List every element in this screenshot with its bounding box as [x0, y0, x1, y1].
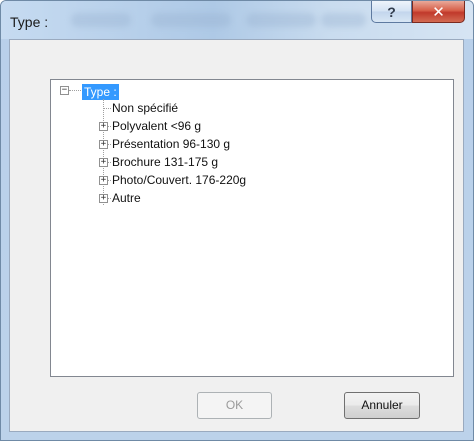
- help-button[interactable]: ?: [371, 1, 412, 23]
- tree-item-label: Autre: [112, 191, 141, 205]
- close-icon: ✕: [432, 3, 445, 21]
- tree-root-node[interactable]: − Type :: [57, 82, 257, 100]
- tree-item-label: Photo/Couvert. 176-220g: [112, 173, 247, 187]
- cancel-button[interactable]: Annuler: [344, 392, 420, 419]
- tree-item[interactable]: + Présentation 96-130 g: [51, 136, 381, 152]
- expand-icon[interactable]: +: [99, 194, 108, 203]
- tree-root-label[interactable]: Type :: [82, 84, 119, 100]
- close-button[interactable]: ✕: [412, 1, 465, 23]
- tree-item[interactable]: + Photo/Couvert. 176-220g: [51, 172, 381, 188]
- expand-icon[interactable]: +: [99, 122, 108, 131]
- help-icon: ?: [387, 3, 396, 20]
- tree-item[interactable]: + Brochure 131-175 g: [51, 154, 381, 170]
- expand-icon[interactable]: +: [99, 176, 108, 185]
- tree-item-label: Brochure 131-175 g: [112, 155, 219, 169]
- collapse-icon[interactable]: −: [60, 86, 69, 95]
- window-title: Type :: [10, 14, 49, 30]
- tree-item[interactable]: Non spécifié: [51, 100, 381, 116]
- tree-item-label: Polyvalent <96 g: [112, 119, 202, 133]
- tree-item[interactable]: + Polyvalent <96 g: [51, 118, 381, 134]
- dialog-client-area: − Type : Non spécifié + Polyvalent <96 g…: [9, 39, 464, 432]
- tree-item[interactable]: + Autre: [51, 190, 381, 206]
- tree-item-label: Non spécifié: [112, 101, 179, 115]
- expand-icon[interactable]: +: [99, 140, 108, 149]
- expand-icon[interactable]: +: [99, 158, 108, 167]
- type-tree-view[interactable]: − Type : Non spécifié + Polyvalent <96 g…: [50, 79, 454, 377]
- tree-item-label: Présentation 96-130 g: [112, 137, 231, 151]
- dialog-window: Type : ? ✕ − Type : Non spécifié + Polyv…: [0, 0, 474, 441]
- ok-button[interactable]: OK: [197, 392, 272, 419]
- title-bar[interactable]: Type : ? ✕: [1, 1, 473, 39]
